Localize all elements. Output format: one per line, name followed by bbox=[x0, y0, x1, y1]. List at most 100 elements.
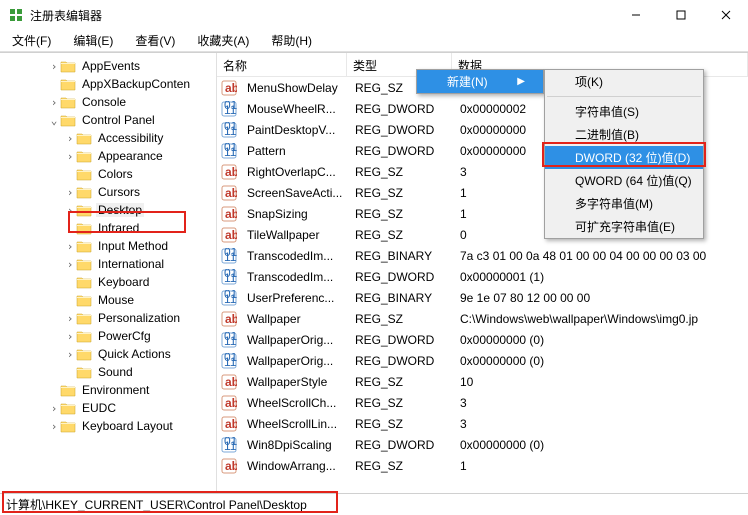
tree-item-label: Appearance bbox=[96, 149, 165, 163]
context-item[interactable]: QWORD (64 位)值(Q) bbox=[545, 169, 703, 192]
tree-item[interactable]: Mouse bbox=[0, 291, 216, 309]
context-item-new[interactable]: 新建(N) ▶ bbox=[417, 70, 543, 93]
tree-item[interactable]: Infrared bbox=[0, 219, 216, 237]
menu-item[interactable]: 文件(F) bbox=[8, 30, 55, 51]
tree-item[interactable]: ›Cursors bbox=[0, 183, 216, 201]
tree-item[interactable]: › AppEvents bbox=[0, 57, 216, 75]
expand-icon[interactable]: › bbox=[64, 150, 76, 163]
tree-item-label: AppEvents bbox=[80, 59, 142, 73]
svg-text:ab: ab bbox=[225, 375, 237, 389]
expand-icon[interactable]: › bbox=[48, 420, 60, 433]
list-row[interactable]: 011110TranscodedIm...REG_BINARY7a c3 01 … bbox=[217, 245, 748, 266]
tree-item[interactable]: ›EUDC bbox=[0, 399, 216, 417]
tree-item-label: Mouse bbox=[96, 293, 136, 307]
close-button[interactable] bbox=[703, 0, 748, 30]
titlebar: 注册表编辑器 bbox=[0, 0, 748, 30]
context-item-label: 多字符串值(M) bbox=[575, 195, 653, 212]
svg-text:110: 110 bbox=[224, 103, 237, 117]
tree-item[interactable]: › Desktop bbox=[0, 201, 216, 219]
tree-item[interactable]: Sound bbox=[0, 363, 216, 381]
svg-text:ab: ab bbox=[225, 186, 237, 200]
minimize-button[interactable] bbox=[613, 0, 658, 30]
tree-item[interactable]: Colors bbox=[0, 165, 216, 183]
tree-item[interactable]: ›Input Method bbox=[0, 237, 216, 255]
list-row[interactable]: abWheelScrollLin...REG_SZ3 bbox=[217, 413, 748, 434]
context-item-label: QWORD (64 位)值(Q) bbox=[575, 172, 692, 189]
tree-item[interactable]: Environment bbox=[0, 381, 216, 399]
value-icon: ab bbox=[221, 395, 237, 411]
tree-item[interactable]: ⌄Control Panel bbox=[0, 111, 216, 129]
value-icon: 011110 bbox=[221, 143, 237, 159]
value-name: TranscodedIm... bbox=[241, 270, 349, 284]
list-row[interactable]: 011110WallpaperOrig...REG_DWORD0x0000000… bbox=[217, 329, 748, 350]
svg-text:ab: ab bbox=[225, 396, 237, 410]
menu-item[interactable]: 查看(V) bbox=[131, 30, 179, 51]
tree-item[interactable]: ›Quick Actions bbox=[0, 345, 216, 363]
context-item[interactable]: 字符串值(S) bbox=[545, 100, 703, 123]
list-row[interactable]: 011110TranscodedIm...REG_DWORD0x00000001… bbox=[217, 266, 748, 287]
tree-item[interactable]: AppXBackupConten bbox=[0, 75, 216, 93]
value-name: ScreenSaveActi... bbox=[241, 186, 349, 200]
expand-icon[interactable]: › bbox=[64, 204, 76, 217]
tree-item[interactable]: Keyboard bbox=[0, 273, 216, 291]
tree-item[interactable]: ›PowerCfg bbox=[0, 327, 216, 345]
expand-icon[interactable]: › bbox=[48, 60, 60, 73]
expand-icon[interactable]: › bbox=[48, 402, 60, 415]
context-item-label: 可扩充字符串值(E) bbox=[575, 218, 675, 235]
expand-icon[interactable]: › bbox=[64, 312, 76, 325]
value-type: REG_BINARY bbox=[349, 291, 454, 305]
tree-pane[interactable]: › AppEvents AppXBackupConten›Console⌄Contr… bbox=[0, 53, 217, 493]
value-data: 1 bbox=[454, 459, 748, 473]
menu-item[interactable]: 编辑(E) bbox=[69, 30, 117, 51]
svg-text:110: 110 bbox=[224, 271, 237, 285]
context-menu-new[interactable]: 新建(N) ▶ bbox=[416, 69, 544, 94]
context-submenu[interactable]: 项(K) 字符串值(S)二进制值(B) DWORD (32 位)值(D) QWORD … bbox=[544, 69, 704, 239]
menu-item[interactable]: 收藏夹(A) bbox=[193, 30, 253, 51]
tree-item[interactable]: ›Accessibility bbox=[0, 129, 216, 147]
expand-icon[interactable]: › bbox=[64, 348, 76, 361]
value-data: 7a c3 01 00 0a 48 01 00 00 04 00 00 00 0… bbox=[454, 249, 748, 263]
list-row[interactable]: abWallpaperREG_SZC:\Windows\web\wallpape… bbox=[217, 308, 748, 329]
context-item[interactable]: DWORD (32 位)值(D) bbox=[545, 146, 703, 169]
value-name: WheelScrollCh... bbox=[241, 396, 349, 410]
context-item[interactable]: 可扩充字符串值(E) bbox=[545, 215, 703, 238]
column-name[interactable]: 名称 bbox=[217, 53, 347, 76]
svg-text:ab: ab bbox=[225, 312, 237, 326]
value-icon: ab bbox=[221, 206, 237, 222]
tree-item-label: Desktop bbox=[96, 203, 144, 217]
tree-item[interactable]: ›Personalization bbox=[0, 309, 216, 327]
expand-icon[interactable]: › bbox=[64, 258, 76, 271]
context-item-label: DWORD (32 位)值(D) bbox=[575, 149, 690, 166]
expand-icon[interactable]: › bbox=[64, 186, 76, 199]
list-row[interactable]: 011110Win8DpiScalingREG_DWORD0x00000000 … bbox=[217, 434, 748, 455]
context-item[interactable]: 二进制值(B) bbox=[545, 123, 703, 146]
context-item[interactable]: 多字符串值(M) bbox=[545, 192, 703, 215]
value-type: REG_DWORD bbox=[349, 123, 454, 137]
expand-icon[interactable]: › bbox=[48, 96, 60, 109]
list-row[interactable]: 011110WallpaperOrig...REG_DWORD0x0000000… bbox=[217, 350, 748, 371]
tree-item[interactable]: ›International bbox=[0, 255, 216, 273]
list-row[interactable]: abWheelScrollCh...REG_SZ3 bbox=[217, 392, 748, 413]
svg-text:ab: ab bbox=[225, 459, 237, 473]
tree-item[interactable]: ›Console bbox=[0, 93, 216, 111]
svg-text:ab: ab bbox=[225, 81, 237, 95]
tree-item[interactable]: › Appearance bbox=[0, 147, 216, 165]
expand-icon[interactable]: › bbox=[64, 132, 76, 145]
expand-icon[interactable]: ⌄ bbox=[48, 114, 60, 127]
tree-item-label: Environment bbox=[80, 383, 151, 397]
expand-icon[interactable]: › bbox=[64, 240, 76, 253]
list-row[interactable]: 011110UserPreferenc...REG_BINARY9e 1e 07… bbox=[217, 287, 748, 308]
maximize-button[interactable] bbox=[658, 0, 703, 30]
tree-item-label: Sound bbox=[96, 365, 135, 379]
expand-icon[interactable]: › bbox=[64, 330, 76, 343]
value-name: RightOverlapC... bbox=[241, 165, 349, 179]
list-row[interactable]: abWallpaperStyleREG_SZ10 bbox=[217, 371, 748, 392]
context-item[interactable]: 项(K) bbox=[545, 70, 703, 93]
value-name: Win8DpiScaling bbox=[241, 438, 349, 452]
value-data: 3 bbox=[454, 396, 748, 410]
value-icon: ab bbox=[221, 80, 237, 96]
tree-item[interactable]: ›Keyboard Layout bbox=[0, 417, 216, 435]
value-data: 3 bbox=[454, 417, 748, 431]
menu-item[interactable]: 帮助(H) bbox=[267, 30, 316, 51]
list-row[interactable]: abWindowArrang...REG_SZ1 bbox=[217, 455, 748, 476]
